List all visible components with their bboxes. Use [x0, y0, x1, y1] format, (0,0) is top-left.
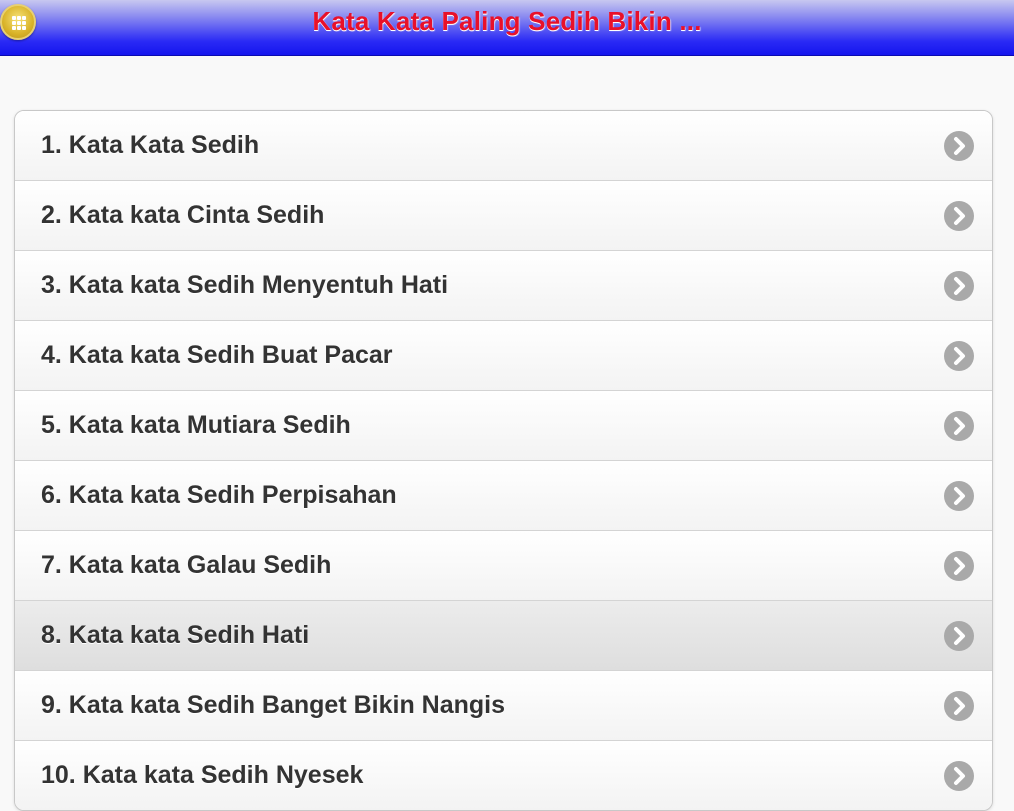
list-item[interactable]: 7. Kata kata Galau Sedih	[15, 530, 992, 600]
list-item-label: 3. Kata kata Sedih Menyentuh Hati	[41, 271, 449, 299]
chevron-right-circle-icon	[944, 341, 974, 371]
chevron-right-circle-icon	[944, 481, 974, 511]
chevron-right-circle-icon	[944, 271, 974, 301]
list-item-label: 7. Kata kata Galau Sedih	[41, 551, 332, 579]
list-item[interactable]: 4. Kata kata Sedih Buat Pacar	[15, 320, 992, 390]
chevron-right-circle-icon	[944, 761, 974, 791]
list-item[interactable]: 5. Kata kata Mutiara Sedih	[15, 390, 992, 460]
chevron-right-circle-icon	[944, 411, 974, 441]
chevron-right-circle-icon	[944, 201, 974, 231]
list-item-label: 9. Kata kata Sedih Banget Bikin Nangis	[41, 691, 506, 719]
app-header: Kata Kata Paling Sedih Bikin ...	[0, 0, 1014, 56]
page-title: Kata Kata Paling Sedih Bikin ...	[312, 6, 702, 36]
list-item[interactable]: 3. Kata kata Sedih Menyentuh Hati	[15, 250, 992, 320]
list-item-label: 8. Kata kata Sedih Hati	[41, 621, 310, 649]
list-item[interactable]: 9. Kata kata Sedih Banget Bikin Nangis	[15, 670, 992, 740]
chevron-right-circle-icon	[944, 131, 974, 161]
list-item-label: 2. Kata kata Cinta Sedih	[41, 201, 325, 229]
chevron-right-circle-icon	[944, 691, 974, 721]
list-item-label: 5. Kata kata Mutiara Sedih	[41, 411, 351, 439]
list-item-label: 1. Kata Kata Sedih	[41, 131, 260, 159]
list-item-label: 4. Kata kata Sedih Buat Pacar	[41, 341, 393, 369]
menu-list: 1. Kata Kata Sedih 2. Kata kata Cinta Se…	[14, 110, 993, 811]
list-item-active[interactable]: 8. Kata kata Sedih Hati	[15, 600, 992, 670]
chevron-right-circle-icon	[944, 621, 974, 651]
list-item-label: 6. Kata kata Sedih Perpisahan	[41, 481, 397, 509]
list-item[interactable]: 2. Kata kata Cinta Sedih	[15, 180, 992, 250]
chevron-right-circle-icon	[944, 551, 974, 581]
list-item[interactable]: 1. Kata Kata Sedih	[15, 111, 992, 180]
list-item[interactable]: 6. Kata kata Sedih Perpisahan	[15, 460, 992, 530]
